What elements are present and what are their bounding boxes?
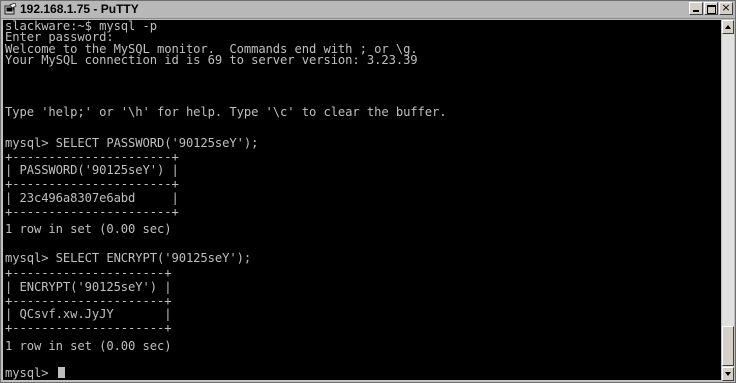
scroll-up-button[interactable]	[722, 20, 734, 34]
prompt-line[interactable]: mysql>	[5, 367, 65, 380]
terminal-line: +----------------------+	[5, 205, 179, 219]
terminal-line: 1 row in set (0.00 sec)	[5, 222, 172, 236]
terminal-line: Type 'help;' or '\h' for help. Type '\c'…	[5, 105, 447, 119]
terminal-line: | 23c496a8307e6abd |	[5, 191, 179, 205]
terminal-line: mysql> SELECT ENCRYPT('90125seY');	[5, 251, 252, 265]
vertical-scrollbar[interactable]	[722, 20, 734, 381]
terminal-line: +---------------------+	[5, 321, 172, 335]
minimize-icon	[693, 10, 699, 12]
terminal-line: Your MySQL connection id is 69 to server…	[5, 53, 418, 67]
close-button[interactable]: ×	[719, 1, 733, 15]
maximize-button[interactable]	[704, 2, 718, 15]
title-bar[interactable]: 192.168.1.75 - PuTTY ×	[1, 1, 735, 19]
maximize-icon	[707, 5, 716, 14]
scroll-down-button[interactable]	[722, 367, 734, 381]
mysql-prompt: mysql>	[5, 366, 56, 380]
terminal-line: | QCsvf.xw.JyJY |	[5, 307, 172, 321]
window-title: 192.168.1.75 - PuTTY	[20, 2, 139, 16]
scroll-up-arrow-icon	[725, 25, 731, 29]
minimize-button[interactable]	[689, 2, 703, 15]
scrollbar-thumb[interactable]	[722, 326, 734, 366]
terminal-line: | PASSWORD('90125seY') |	[5, 163, 179, 177]
terminal-line: +---------------------+	[5, 266, 172, 280]
terminal-line: mysql> SELECT PASSWORD('90125seY');	[5, 136, 259, 150]
scroll-down-arrow-icon	[725, 372, 731, 376]
close-icon: ×	[721, 1, 731, 14]
window-controls: ×	[689, 1, 733, 17]
text-cursor	[57, 367, 65, 378]
terminal-screen[interactable]: slackware:~$ mysql -p Enter password: We…	[3, 20, 721, 380]
putty-terminal-icon[interactable]	[4, 3, 17, 16]
putty-window: 192.168.1.75 - PuTTY × slackware:~$ mysq…	[0, 0, 736, 383]
terminal-line: +----------------------+	[5, 177, 179, 191]
terminal-line: 1 row in set (0.00 sec)	[5, 339, 172, 353]
terminal-line: | ENCRYPT('90125seY') |	[5, 280, 172, 294]
